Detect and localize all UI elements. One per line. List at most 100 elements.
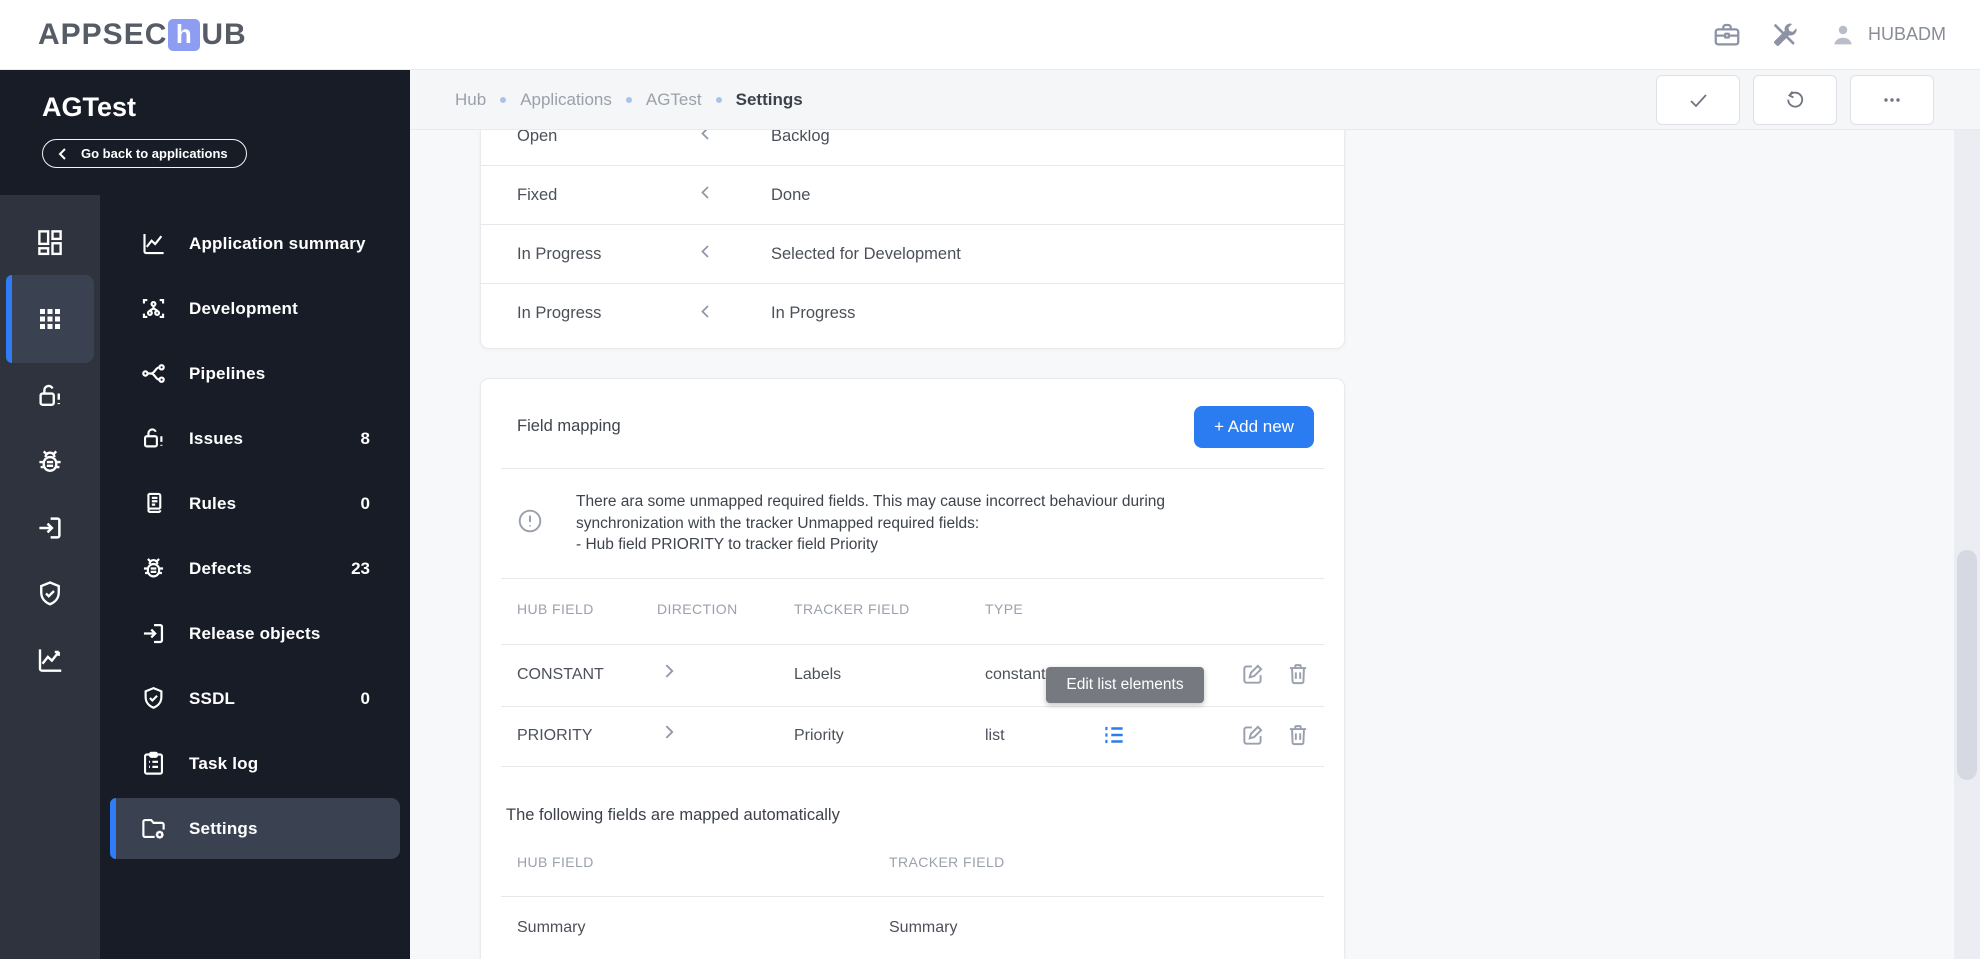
- logo-text-right: UB: [201, 17, 247, 51]
- column-header-tracker-field: TRACKER FIELD: [889, 854, 1005, 870]
- rail-item-statistics[interactable]: [0, 627, 100, 693]
- app-name: AGTest: [42, 92, 137, 122]
- direction-right-icon: [661, 724, 677, 740]
- edit-list-elements-icon[interactable]: [1101, 722, 1127, 748]
- hub-status: Open: [517, 130, 558, 145]
- tooltip: Edit list elements: [1046, 667, 1204, 703]
- apply-button[interactable]: [1656, 74, 1740, 125]
- sidebar-item-label: Development: [189, 298, 298, 318]
- refresh-button[interactable]: [1753, 74, 1837, 125]
- warning-line: There ara some unmapped required fields.…: [576, 493, 1166, 510]
- breadcrumb-separator: [500, 96, 507, 103]
- logo-text-left: APPSEC: [38, 17, 168, 51]
- pipelines-icon: [142, 364, 165, 383]
- sidebar-item-issues[interactable]: Issues 8: [110, 406, 400, 471]
- warning-line: - Hub field PRIORITY to tracker field Pr…: [576, 536, 879, 553]
- breadcrumb-hub[interactable]: Hub: [455, 90, 486, 110]
- shield-check-icon: [40, 581, 60, 606]
- field-row-tracker: Priority: [794, 727, 844, 744]
- user-menu[interactable]: HUBADM: [1828, 20, 1946, 50]
- top-header: APPSEC h UB HUBADM: [0, 0, 1980, 70]
- back-to-applications-button[interactable]: Go back to applications: [42, 139, 247, 168]
- rail-item-applications[interactable]: [0, 275, 100, 363]
- divider: [501, 468, 1324, 469]
- rail-item-issues[interactable]: [0, 363, 100, 429]
- breadcrumb-separator: [715, 96, 722, 103]
- scrollbar-thumb[interactable]: [1957, 550, 1977, 780]
- icon-rail: [0, 195, 100, 959]
- sidebar-item-pipelines[interactable]: Pipelines: [110, 341, 400, 406]
- column-header-direction: DIRECTION: [657, 601, 738, 617]
- sidebar-item-label: Defects: [189, 558, 252, 578]
- delete-icon[interactable]: [1285, 722, 1311, 748]
- tracker-status: Done: [771, 185, 811, 204]
- sidebar-item-defects[interactable]: Defects 23: [110, 536, 400, 601]
- sidebar-item-label: Task log: [189, 753, 259, 773]
- chevron-left-icon: [58, 147, 66, 160]
- vertical-scrollbar[interactable]: [1954, 130, 1980, 959]
- breadcrumb-applications[interactable]: Applications: [520, 90, 612, 110]
- ssdl-count-badge: 0: [360, 688, 370, 708]
- bug-icon: [143, 558, 164, 578]
- appsechub-logo[interactable]: APPSEC h UB: [38, 18, 247, 52]
- direction-left-icon: [698, 185, 771, 205]
- appsechub-window: APPSEC h UB HUBADM AGTest Go back to appli…: [0, 0, 1980, 959]
- settings-folder-icon: [142, 818, 165, 839]
- task-log-icon: [143, 751, 164, 775]
- field-row-tracker: Labels: [794, 666, 842, 683]
- add-new-button[interactable]: + Add new: [1194, 406, 1314, 448]
- column-header-hub-field: HUB FIELD: [517, 854, 594, 870]
- shield-check-icon: [144, 686, 163, 709]
- status-mapping-row: In Progress In Progress: [481, 284, 1344, 343]
- sidebar-nav: Application summary Development Pipeline…: [100, 195, 410, 959]
- delete-icon[interactable]: [1285, 661, 1311, 687]
- sidebar-item-label: Settings: [189, 818, 258, 838]
- main-area: Hub Applications AGTest Settings Open Ba…: [410, 70, 1980, 959]
- breadcrumb-settings: Settings: [735, 89, 803, 109]
- briefcase-icon[interactable]: [1712, 20, 1742, 50]
- rail-item-defects[interactable]: [0, 429, 100, 495]
- direction-left-icon: [698, 130, 771, 146]
- breadcrumb-separator: [625, 96, 632, 103]
- sidebar-item-release-objects[interactable]: Release objects: [110, 601, 400, 666]
- sidebar-item-ssdl[interactable]: SSDL 0: [110, 666, 400, 731]
- rail-item-release-objects[interactable]: [0, 495, 100, 561]
- field-row-type: constant: [985, 666, 1046, 683]
- unmapped-fields-warning: There ara some unmapped required fields.…: [576, 491, 1165, 556]
- divider: [501, 766, 1324, 767]
- admin-tools-icon[interactable]: [1770, 20, 1800, 50]
- sidebar-item-application-summary[interactable]: Application summary: [110, 211, 400, 276]
- alert-circle-icon: [517, 508, 543, 534]
- edit-icon[interactable]: [1240, 661, 1266, 687]
- defects-count-badge: 23: [351, 558, 370, 578]
- field-row-hub: CONSTANT: [517, 666, 604, 683]
- breadcrumb-agtest[interactable]: AGTest: [646, 90, 702, 110]
- rail-item-dashboard[interactable]: [0, 209, 100, 275]
- edit-icon[interactable]: [1240, 722, 1266, 748]
- field-row-type: list: [985, 727, 1005, 744]
- sidebar-item-settings[interactable]: Settings: [110, 798, 400, 859]
- rail-item-ssdl[interactable]: [0, 561, 100, 627]
- divider: [501, 706, 1324, 707]
- dashboard-icon: [38, 230, 62, 256]
- status-mapping-row: Open Backlog: [481, 130, 1344, 166]
- sidebar-item-development[interactable]: Development: [110, 276, 400, 341]
- tracker-status: Selected for Development: [771, 244, 961, 263]
- status-mapping-row: In Progress Selected for Development: [481, 225, 1344, 284]
- sidebar-item-rules[interactable]: Rules 0: [110, 471, 400, 536]
- sidebar-item-label: Rules: [189, 493, 237, 513]
- lock-alert-icon: [143, 428, 163, 448]
- chart-line-icon: [38, 649, 62, 672]
- status-mapping-row: Fixed Done: [481, 166, 1344, 225]
- column-header-hub-field: HUB FIELD: [517, 601, 594, 617]
- more-options-button[interactable]: [1850, 74, 1934, 125]
- divider: [501, 578, 1324, 579]
- sidebar-item-task-log[interactable]: Task log: [110, 731, 400, 796]
- rules-count-badge: 0: [360, 493, 370, 513]
- auto-mapping-title: The following fields are mapped automati…: [506, 806, 840, 824]
- column-header-type: TYPE: [985, 601, 1024, 617]
- direction-left-icon: [698, 304, 771, 324]
- sidebar-item-label: SSDL: [189, 688, 236, 708]
- issues-count-badge: 8: [360, 428, 370, 448]
- development-icon: [142, 298, 165, 319]
